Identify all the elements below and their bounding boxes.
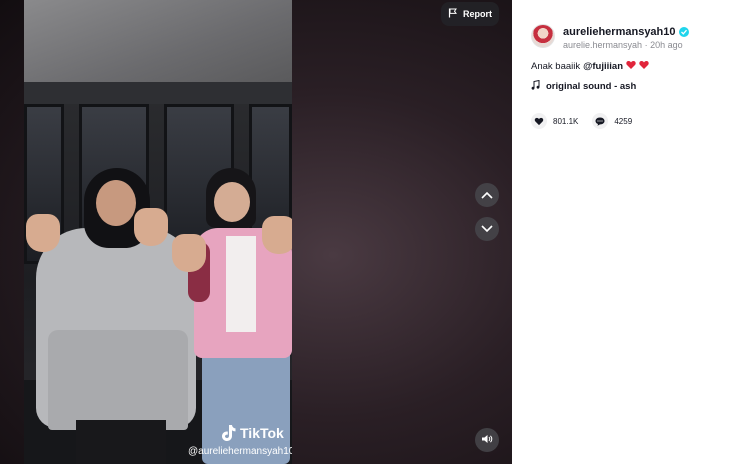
person-right-shirt: [226, 236, 256, 332]
report-label: Report: [463, 9, 492, 19]
volume-button[interactable]: [475, 428, 499, 452]
chevron-down-icon: [481, 220, 493, 238]
separator: ·: [644, 40, 648, 50]
avatar[interactable]: [531, 24, 555, 48]
waving-hand: [134, 208, 168, 246]
heart-icon: [531, 113, 547, 129]
report-button[interactable]: Report: [441, 2, 499, 26]
post-subline: aurelie.hermansyah · 20h ago: [563, 40, 683, 50]
check-badge-icon: [678, 27, 689, 37]
comment-button[interactable]: 4259: [592, 113, 632, 129]
post-info-panel: aureliehermansyah10 aurelie.hermansyah ·…: [512, 0, 745, 464]
engagement-stats: 801.1K 4259: [531, 113, 632, 129]
music-note-icon: [531, 79, 540, 93]
previous-video-button[interactable]: [475, 183, 499, 207]
video-scene-beam: [24, 82, 292, 104]
tiktok-watermark: TikTok: [220, 424, 284, 442]
like-count: 801.1K: [553, 116, 579, 126]
tiktok-logo-icon: [220, 424, 236, 442]
chevron-up-icon: [481, 186, 493, 204]
waving-hand: [262, 216, 292, 254]
user-handle: aurelie.hermansyah: [563, 40, 643, 50]
waving-hand: [26, 214, 60, 252]
person-left-legs: [76, 420, 166, 464]
watermark-username: @aureliehermansyah10: [188, 446, 292, 457]
person-right-face: [214, 182, 250, 222]
speaker-icon: [481, 431, 493, 449]
video-scene-ceiling: [24, 0, 292, 82]
time-ago: 20h ago: [650, 40, 683, 50]
heart-emoji-icon: [626, 60, 636, 73]
caption-mention-link[interactable]: @fujiiian: [583, 61, 623, 72]
person-left-skirt: [48, 330, 188, 430]
person-left-face: [96, 180, 136, 226]
like-button[interactable]: 801.1K: [531, 113, 578, 129]
video-frame[interactable]: TikTok @aureliehermansyah10: [24, 0, 292, 464]
username[interactable]: aureliehermansyah10: [563, 26, 676, 38]
video-player[interactable]: TikTok @aureliehermansyah10 Report: [0, 0, 512, 464]
comment-count: 4259: [614, 116, 633, 126]
flag-icon: [448, 8, 458, 20]
watermark-brand: TikTok: [240, 425, 284, 441]
caption-text: Anak baaiik: [531, 61, 581, 72]
waving-hand: [172, 234, 206, 272]
sound-name: original sound - ash: [546, 81, 637, 92]
caption: Anak baaiik @fujiiian: [531, 60, 649, 73]
heart-emoji-icon: [639, 60, 649, 73]
comment-icon: [592, 113, 609, 129]
username-row[interactable]: aureliehermansyah10: [563, 26, 689, 38]
next-video-button[interactable]: [475, 217, 499, 241]
sound-link[interactable]: original sound - ash: [531, 79, 637, 93]
